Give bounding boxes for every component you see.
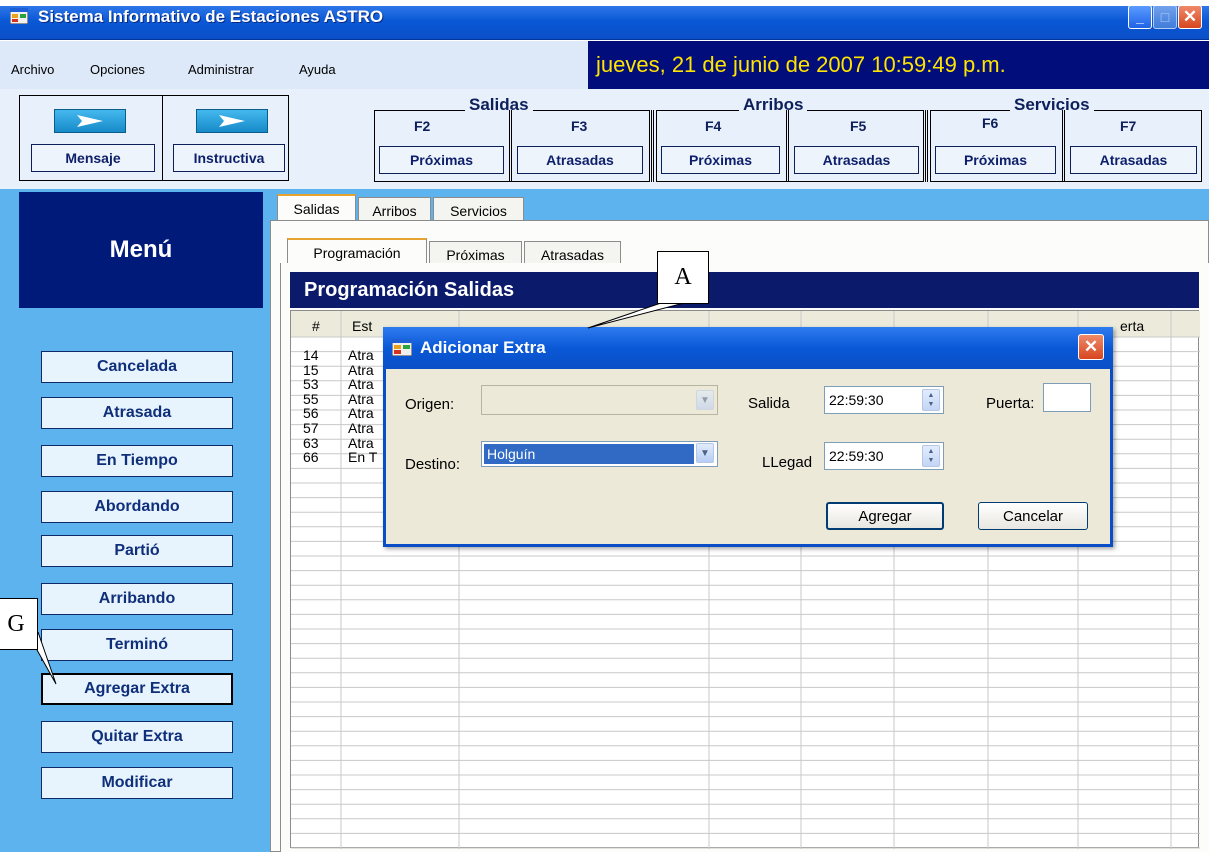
callout-pointers [26, 302, 685, 685]
callout-g: G [0, 598, 38, 650]
callout-a: A [657, 251, 709, 304]
